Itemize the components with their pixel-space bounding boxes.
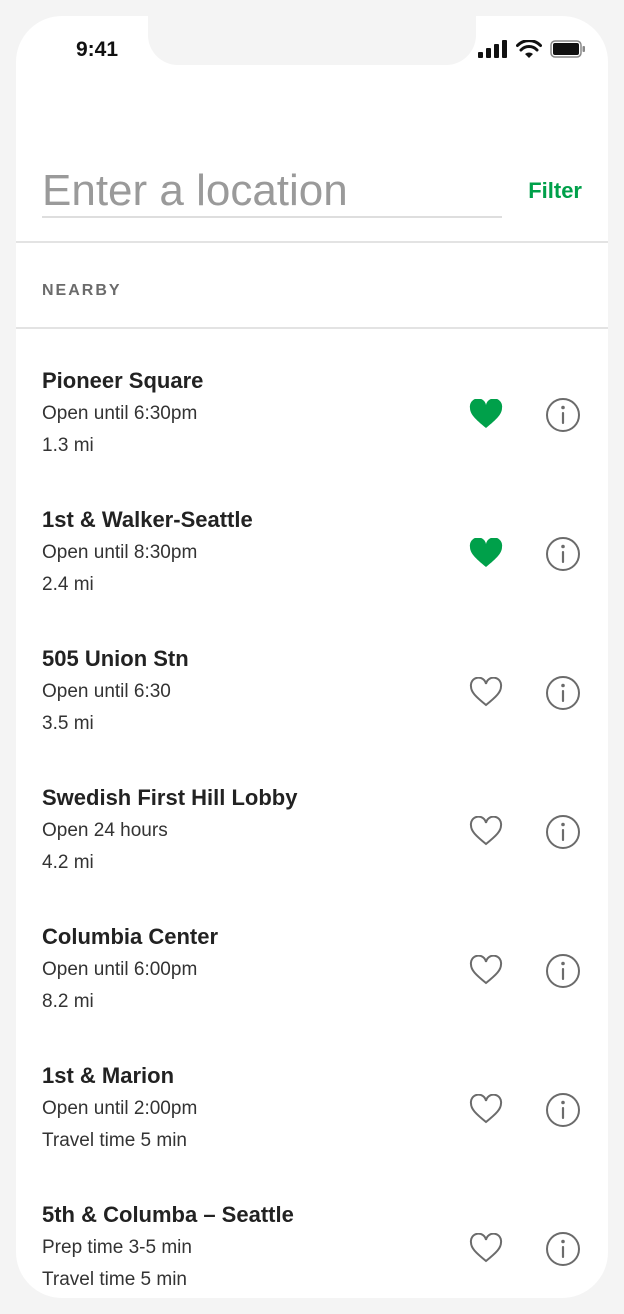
heart-outline-icon[interactable] (468, 952, 504, 988)
section-label-nearby: NEARBY (42, 282, 122, 299)
info-icon[interactable] (544, 535, 582, 573)
store-hours: Open until 6:30 (42, 681, 171, 702)
store-name: 5th & Columba – Seattle (42, 1202, 294, 1227)
info-icon[interactable] (544, 674, 582, 712)
store-distance: Travel time 5 min (42, 1130, 187, 1151)
store-name: Pioneer Square (42, 368, 204, 393)
store-list-item[interactable]: Swedish First Hill Lobby Open 24 hours 4.2… (16, 763, 608, 902)
store-distance: 2.4 mi (42, 574, 94, 595)
store-name: Columbia Center (42, 924, 219, 949)
status-icons (478, 40, 586, 58)
device-notch (148, 16, 476, 65)
store-distance: 1.3 mi (42, 435, 94, 456)
store-list-item[interactable]: 1st & Marion Open until 2:00pm Travel time… (16, 1041, 608, 1180)
heart-filled-icon[interactable] (468, 396, 504, 432)
info-icon[interactable] (544, 952, 582, 990)
store-list-item[interactable]: 5th & Columba – Seattle Prep time 3-5 min… (16, 1180, 608, 1298)
heart-outline-icon[interactable] (468, 1091, 504, 1127)
store-list-item[interactable]: 1st & Walker-Seattle Open until 8:30pm 2.4… (16, 485, 608, 624)
store-name: 505 Union Stn (42, 646, 189, 671)
location-search-input[interactable] (42, 166, 502, 218)
store-distance: 8.2 mi (42, 991, 94, 1012)
store-name: Swedish First Hill Lobby (42, 785, 298, 810)
heart-outline-icon[interactable] (468, 813, 504, 849)
store-hours: Open until 8:30pm (42, 542, 198, 563)
info-icon[interactable] (544, 396, 582, 434)
battery-icon (550, 40, 585, 58)
store-list-item[interactable]: Columbia Center Open until 6:00pm 8.2 mi (16, 902, 608, 1041)
heart-outline-icon[interactable] (468, 1230, 504, 1266)
phone-screen: 9:41 Filter NEARBY Pioneer Square Open un… (16, 16, 608, 1298)
store-hours: Open until 6:30pm (42, 403, 198, 424)
store-distance: Travel time 5 min (42, 1269, 187, 1290)
store-distance: 3.5 mi (42, 713, 94, 734)
info-icon[interactable] (544, 813, 582, 851)
divider (16, 327, 608, 329)
store-hours: Open 24 hours (42, 820, 168, 841)
divider (16, 241, 608, 243)
wifi-icon (516, 40, 542, 58)
store-name: 1st & Walker-Seattle (42, 507, 253, 532)
cellular-signal-icon (478, 40, 507, 58)
store-hours: Prep time 3-5 min (42, 1237, 192, 1258)
heart-outline-icon[interactable] (468, 674, 504, 710)
info-icon[interactable] (544, 1230, 582, 1268)
store-list-item[interactable]: Pioneer Square Open until 6:30pm 1.3 mi (16, 346, 608, 485)
store-name: 1st & Marion (42, 1063, 175, 1088)
store-list-item[interactable]: 505 Union Stn Open until 6:30 3.5 mi (16, 624, 608, 763)
status-time: 9:41 (76, 38, 119, 61)
heart-filled-icon[interactable] (468, 535, 504, 571)
search-row: Filter (42, 166, 582, 222)
store-list: Pioneer Square Open until 6:30pm 1.3 mi 1st… (16, 346, 608, 1298)
info-icon[interactable] (544, 1091, 582, 1129)
store-hours: Open until 6:00pm (42, 959, 198, 980)
store-distance: 4.2 mi (42, 852, 94, 873)
filter-button[interactable]: Filter (528, 178, 582, 204)
store-hours: Open until 2:00pm (42, 1098, 198, 1119)
